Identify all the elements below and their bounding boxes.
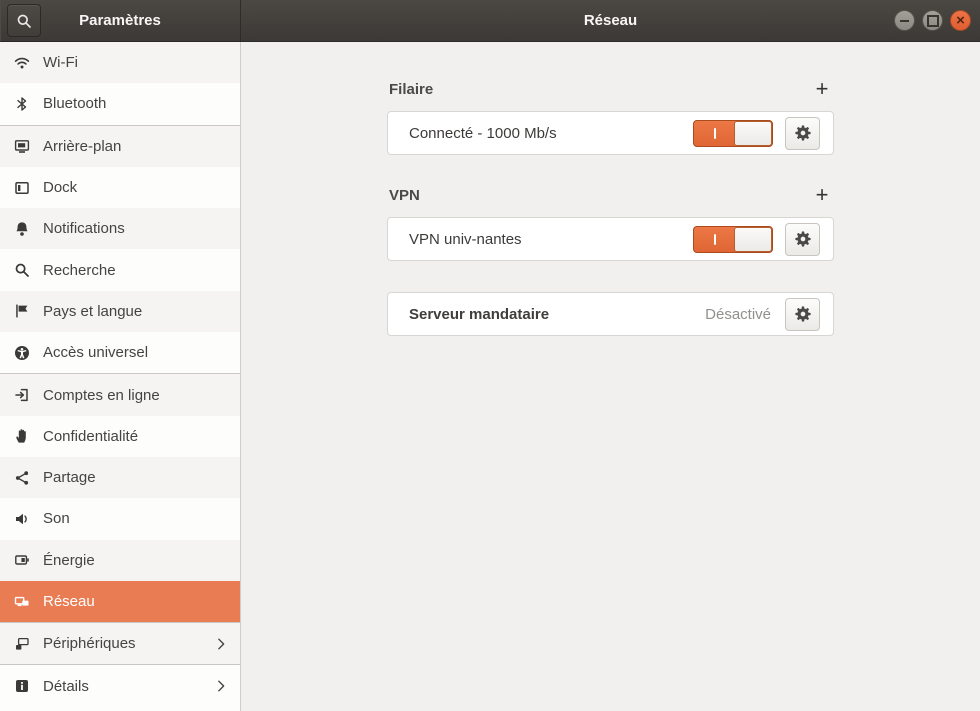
vpn-connection-row: VPN univ-nantes [387,217,834,261]
gear-icon [794,124,812,142]
devices-icon [14,636,30,652]
toggle-on-mark [714,234,716,245]
toggle-on-mark [714,128,716,139]
sidebar-item-label: Énergie [43,552,95,569]
gear-icon [794,230,812,248]
sidebar-item-details[interactable]: Détails [0,665,240,706]
sidebar-item-label: Partage [43,469,96,486]
dock-icon [14,180,30,196]
sidebar-item-background[interactable]: Arrière-plan [0,126,240,167]
proxy-settings-button[interactable] [785,298,820,331]
panel-title: Réseau [584,12,637,29]
sidebar-item-label: Arrière-plan [43,138,121,155]
sidebar-item-power[interactable]: Énergie [0,540,240,581]
sidebar-item-sharing[interactable]: Partage [0,457,240,498]
sidebar-item-privacy[interactable]: Confidentialité [0,416,240,457]
proxy-label: Serveur mandataire [409,306,549,323]
sidebar-item-notifications[interactable]: Notifications [0,208,240,249]
wired-toggle[interactable] [693,120,773,147]
bluetooth-icon [14,96,30,112]
hand-icon [14,428,30,444]
sidebar-item-label: Dock [43,179,77,196]
headerbar-main-section: Réseau [241,0,980,41]
close-icon[interactable] [950,10,971,31]
sidebar-item-label: Recherche [43,262,116,279]
sidebar-item-label: Périphériques [43,635,136,652]
vpn-settings-button[interactable] [785,223,820,256]
accessibility-icon [14,345,30,361]
minimize-icon[interactable] [894,10,915,31]
maximize-icon[interactable] [922,10,943,31]
vpn-connection-label: VPN univ-nantes [409,231,522,248]
add-vpn-button[interactable]: + [812,187,832,203]
sidebar-item-sound[interactable]: Son [0,498,240,539]
sidebar-item-label: Comptes en ligne [43,387,160,404]
toggle-knob[interactable] [734,121,772,146]
wired-connection-label: Connecté - 1000 Mb/s [409,125,557,142]
battery-icon [14,552,30,568]
sidebar-item-label: Notifications [43,220,125,237]
chevron-right-icon [214,637,228,651]
section-title-wired: Filaire [389,81,433,98]
info-icon [14,678,30,694]
proxy-status: Désactivé [705,306,771,323]
sidebar-item-bluetooth[interactable]: Bluetooth [0,83,240,124]
section-title-vpn: VPN [389,187,420,204]
search-icon [16,13,32,29]
background-icon [14,138,30,154]
gear-icon [794,305,812,323]
sidebar-item-label: Pays et langue [43,303,142,320]
sidebar-item-universal-access[interactable]: Accès universel [0,332,240,373]
chevron-right-icon [214,679,228,693]
sidebar-item-online-accounts[interactable]: Comptes en ligne [0,374,240,415]
proxy-row: Serveur mandataire Désactivé [387,292,834,336]
sidebar-item-wifi[interactable]: Wi-Fi [0,42,240,83]
sidebar-item-label: Confidentialité [43,428,138,445]
sidebar-item-dock[interactable]: Dock [0,167,240,208]
wifi-icon [14,55,30,71]
sidebar-item-network[interactable]: Réseau [0,581,240,622]
sidebar-item-label: Bluetooth [43,95,106,112]
headerbar: Paramètres Réseau [0,0,980,42]
wired-connection-row: Connecté - 1000 Mb/s [387,111,834,155]
settings-window: Paramètres Réseau Wi-Fi [0,0,980,711]
vpn-section: VPN + VPN univ-nantes [387,186,834,261]
wired-section: Filaire + Connecté - 1000 Mb/s [387,80,834,155]
share-icon [14,470,30,486]
add-wired-connection-button[interactable]: + [812,81,832,97]
sidebar-item-search[interactable]: Recherche [0,249,240,290]
network-panel: Filaire + Connecté - 1000 Mb/s [241,42,980,711]
window-controls [894,10,971,31]
sidebar-item-label: Réseau [43,593,95,610]
sidebar-item-region-language[interactable]: Pays et langue [0,291,240,332]
vpn-toggle[interactable] [693,226,773,253]
flag-icon [14,303,30,319]
headerbar-sidebar-section: Paramètres [0,0,241,41]
search-icon [14,262,30,278]
toggle-knob[interactable] [734,227,772,252]
search-button[interactable] [7,4,41,37]
sidebar-item-label: Son [43,510,70,527]
app-body: Wi-Fi Bluetooth Arrière-plan [0,42,980,711]
sidebar-item-label: Accès universel [43,344,148,361]
wired-settings-button[interactable] [785,117,820,150]
sidebar-item-label: Wi-Fi [43,54,78,71]
sidebar-item-devices[interactable]: Périphériques [0,623,240,664]
sidebar: Wi-Fi Bluetooth Arrière-plan [0,42,241,711]
speaker-icon [14,511,30,527]
network-icon [14,594,30,610]
proxy-section: Serveur mandataire Désactivé [387,292,834,336]
bell-icon [14,221,30,237]
online-accounts-icon [14,387,30,403]
sidebar-item-label: Détails [43,678,89,695]
